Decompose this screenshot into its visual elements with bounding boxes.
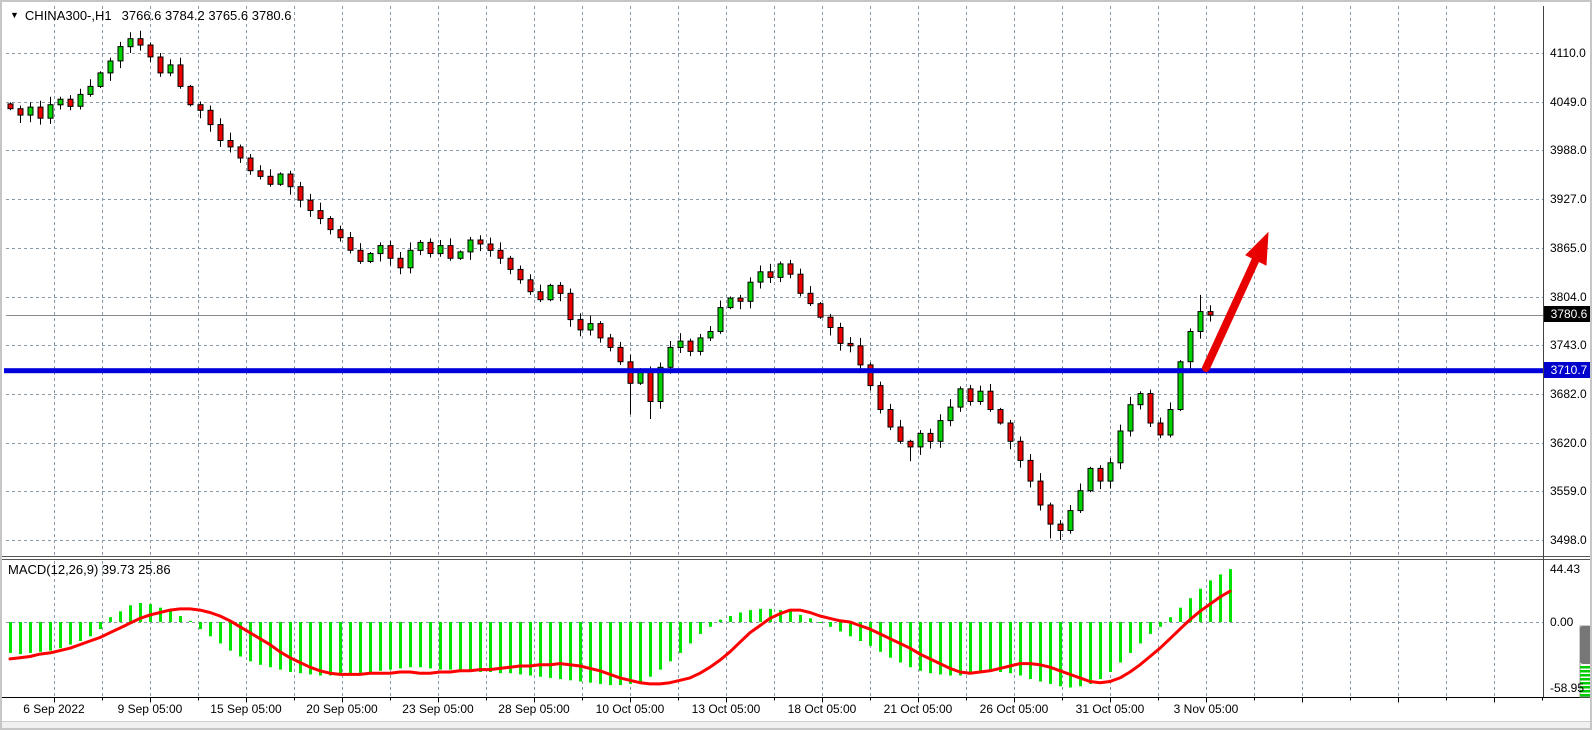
price-axis-label: 3804.0 <box>1550 289 1592 305</box>
panel-divider[interactable] <box>2 557 1592 560</box>
price-axis-label: 3620.0 <box>1550 435 1592 451</box>
time-axis-label: 21 Oct 05:00 <box>870 702 966 716</box>
current-price-tag: 3780.6 <box>1544 306 1592 322</box>
chart-window: ▼ CHINA300-,H1 3766.6 3784.2 3765.6 3780.6… <box>0 0 1592 730</box>
chevron-down-icon[interactable]: ▼ <box>10 10 19 20</box>
price-axis-label: 4049.0 <box>1550 94 1592 110</box>
price-axis-label: 3743.0 <box>1550 337 1592 353</box>
support-price-tag: 3710.7 <box>1544 362 1592 378</box>
time-axis-label: 10 Oct 05:00 <box>582 702 678 716</box>
chart-canvas[interactable] <box>2 2 1592 730</box>
gridlines <box>6 6 1544 696</box>
time-axis-label: 28 Sep 05:00 <box>486 702 582 716</box>
time-axis-label: 31 Oct 05:00 <box>1062 702 1158 716</box>
time-axis-label: 6 Sep 2022 <box>6 702 102 716</box>
price-axis-label: 3988.0 <box>1550 142 1592 158</box>
price-axis-label: 3498.0 <box>1550 532 1592 548</box>
time-axis-label: 15 Sep 05:00 <box>198 702 294 716</box>
ohlc-values: 3766.6 3784.2 3765.6 3780.6 <box>122 8 292 23</box>
symbol-label: CHINA300-,H1 <box>25 8 112 23</box>
window-bottom-edge <box>2 721 1592 730</box>
price-axis-label: 3927.0 <box>1550 191 1592 207</box>
price-axis-label: 3682.0 <box>1550 386 1592 402</box>
time-axis-label: 9 Sep 05:00 <box>102 702 198 716</box>
macd-indicator-label: MACD(12,26,9) 39.73 25.86 <box>8 562 171 577</box>
time-axis-label: 26 Oct 05:00 <box>966 702 1062 716</box>
time-axis-label: 18 Oct 05:00 <box>774 702 870 716</box>
price-axis-label: 4110.0 <box>1550 45 1592 61</box>
price-axis-label: 3559.0 <box>1550 483 1592 499</box>
time-axis-label: 13 Oct 05:00 <box>678 702 774 716</box>
time-axis-label: 3 Nov 05:00 <box>1158 702 1254 716</box>
time-axis-label: 23 Sep 05:00 <box>390 702 486 716</box>
macd-axis-label: 44.43 <box>1550 561 1592 577</box>
time-axis-label: 20 Sep 05:00 <box>294 702 390 716</box>
macd-axis-label: -58.95 <box>1550 680 1592 696</box>
price-axis-label: 3865.0 <box>1550 240 1592 256</box>
candlestick-series <box>8 31 1213 540</box>
macd-axis-label: 0.00 <box>1550 614 1592 630</box>
macd-histogram <box>9 569 1232 687</box>
symbol-header: ▼ CHINA300-,H1 3766.6 3784.2 3765.6 3780.6 <box>10 8 292 23</box>
trend-arrow[interactable] <box>1206 233 1268 368</box>
support-line[interactable] <box>4 368 1544 373</box>
